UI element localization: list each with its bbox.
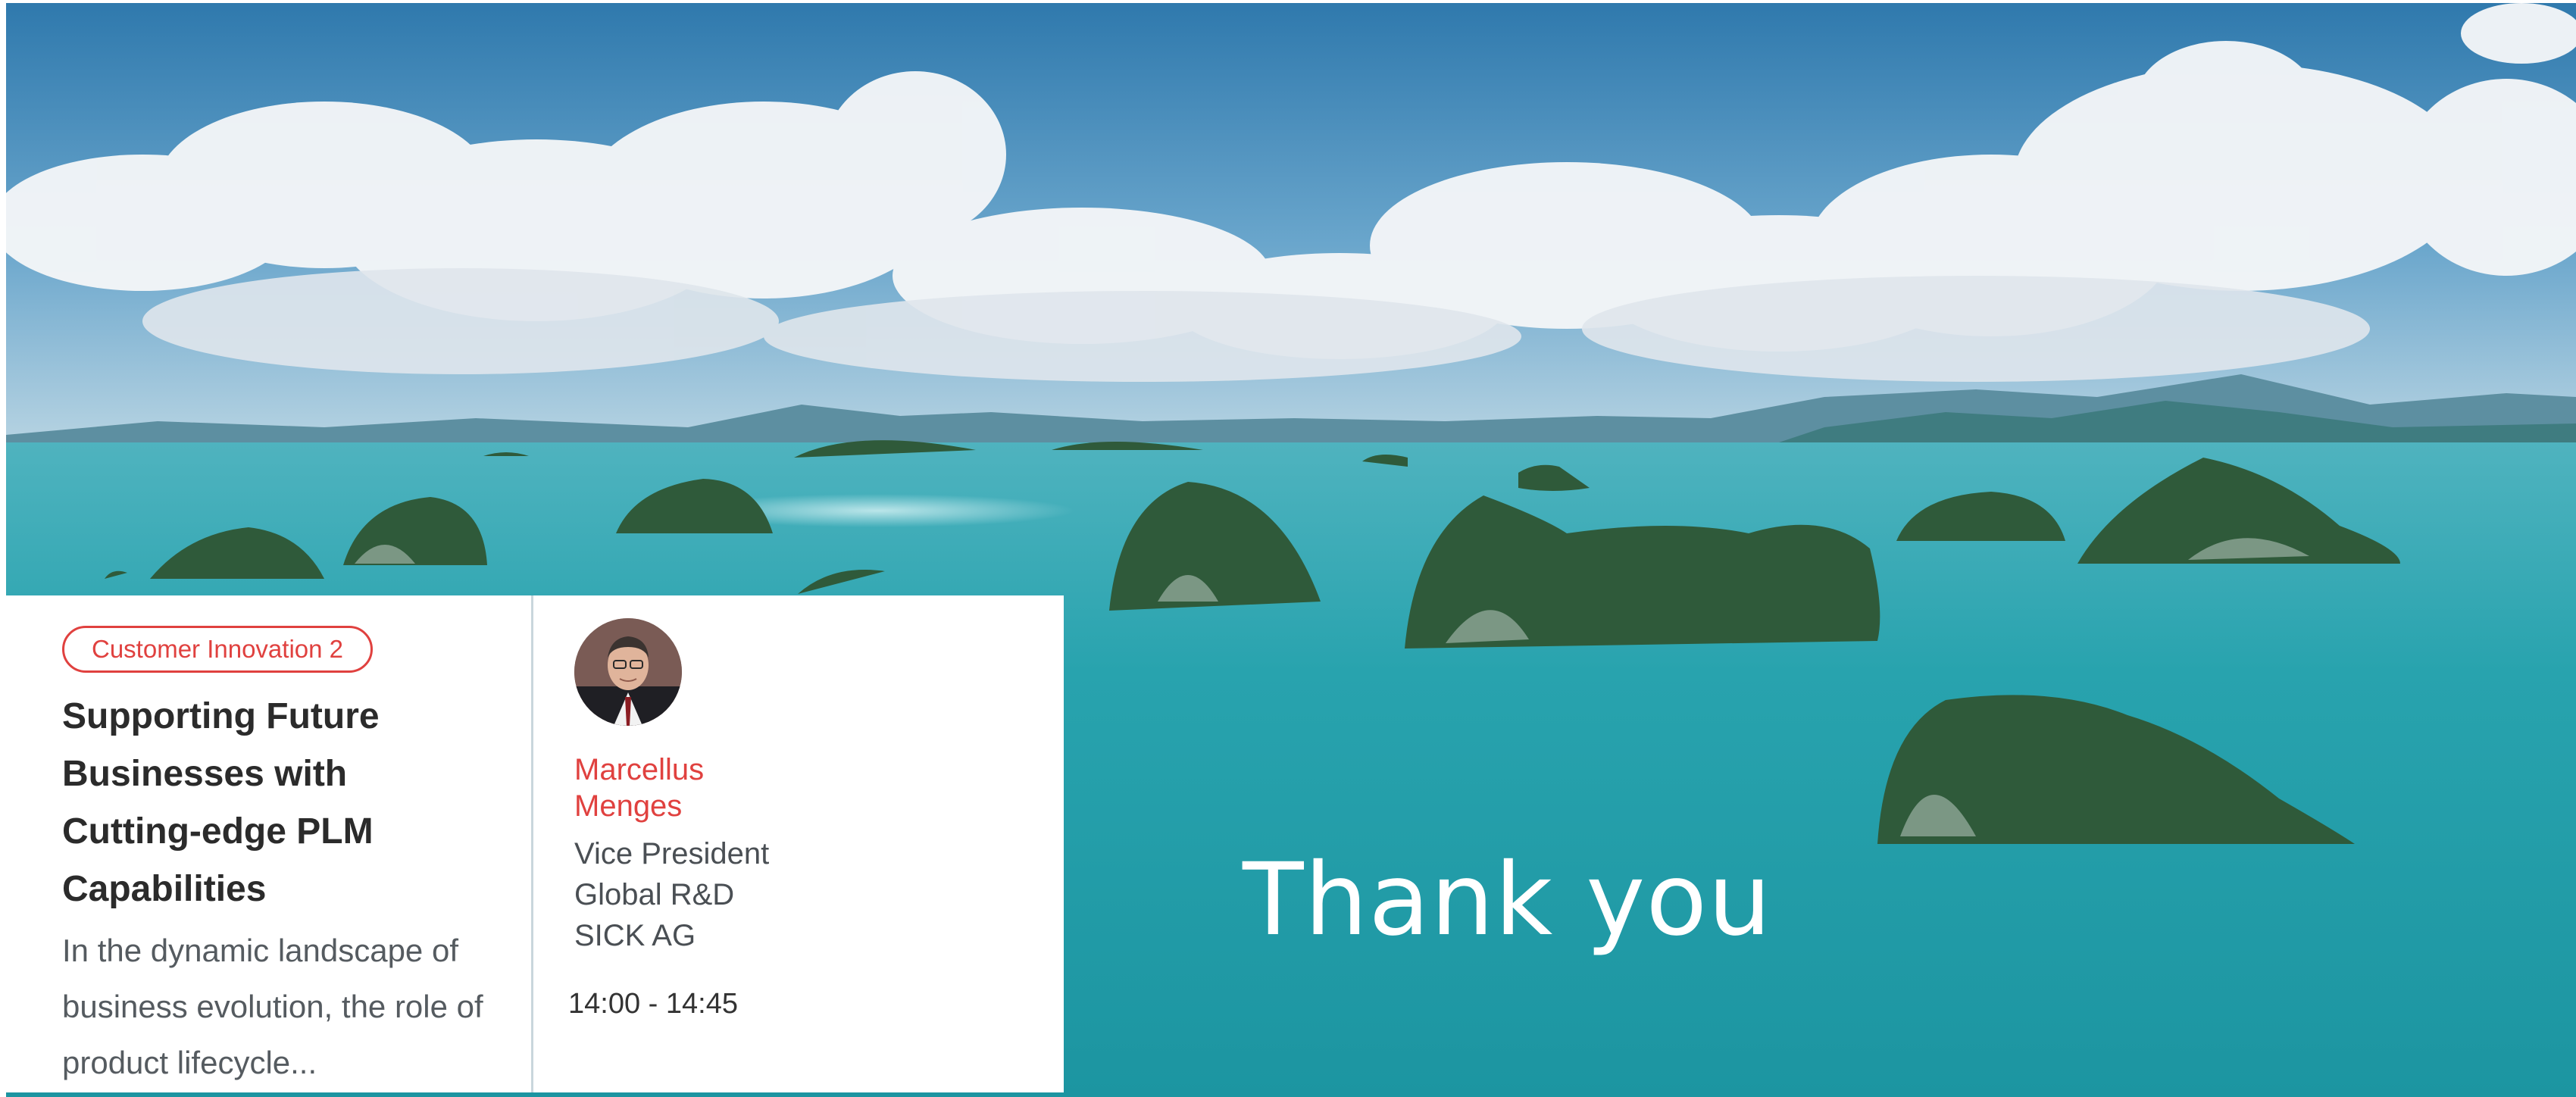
speaker-title-line-1: Vice President — [574, 837, 770, 870]
speaker-role: Vice President Global R&D SICK AG — [574, 833, 1064, 956]
speaker-company: SICK AG — [574, 919, 696, 952]
session-description: In the dynamic landscape of business evo… — [62, 933, 483, 1080]
speaker-portrait-icon — [574, 618, 682, 726]
speaker-title-line-2: Global R&D — [574, 878, 735, 911]
session-info-panel: Customer Innovation 2 Supporting Future … — [6, 595, 533, 1092]
slide-stage: Thank you Customer Innovation 2 Supporti… — [0, 0, 2576, 1097]
thank-you-text: Thank you — [1243, 842, 1772, 958]
track-badge[interactable]: Customer Innovation 2 — [62, 626, 374, 673]
speaker-avatar[interactable] — [574, 618, 682, 726]
session-card[interactable]: Customer Innovation 2 Supporting Future … — [6, 595, 1064, 1092]
session-time: 14:00 - 14:45 — [568, 988, 738, 1020]
speaker-panel: Marcellus Menges Vice President Global R… — [533, 595, 1064, 1092]
speaker-name[interactable]: Marcellus Menges — [574, 752, 771, 824]
session-title[interactable]: Supporting Future Businesses with Cuttin… — [62, 688, 486, 918]
